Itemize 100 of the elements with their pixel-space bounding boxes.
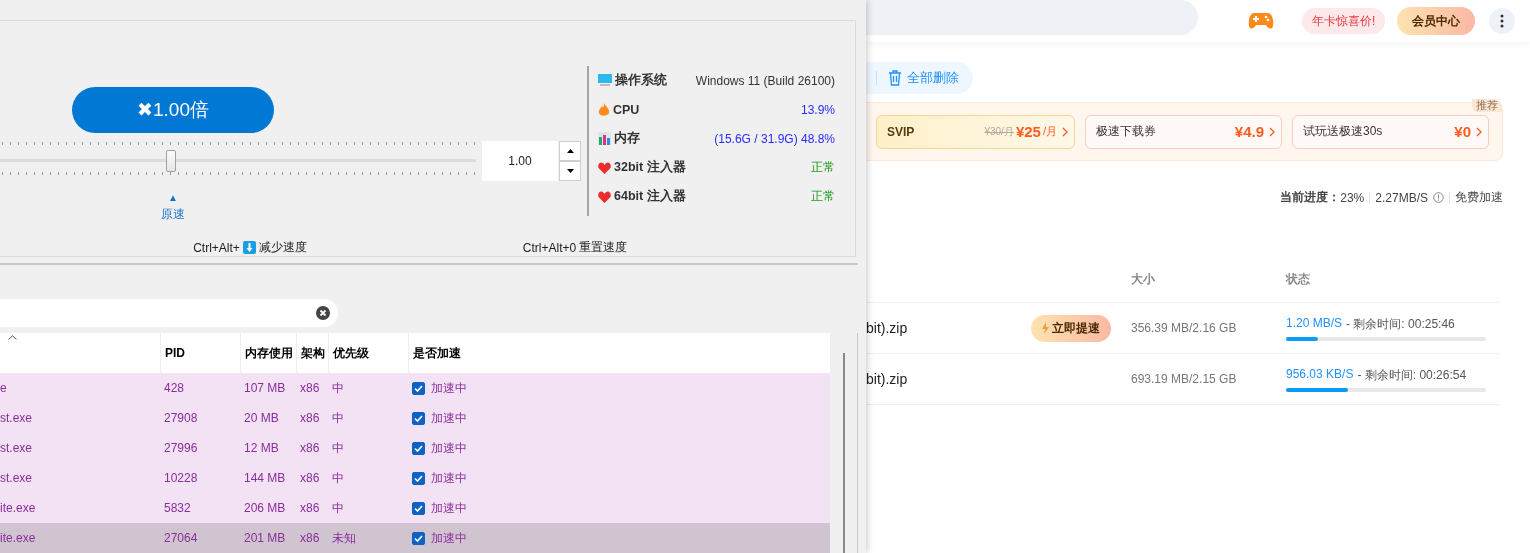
increment-button[interactable] bbox=[559, 141, 581, 161]
speed-multiplier-button[interactable]: ✖1.00倍 bbox=[72, 87, 274, 133]
info-label: 内存 bbox=[614, 130, 640, 147]
acceleration-status: 加速中 bbox=[431, 409, 467, 427]
column-header: 状态 bbox=[1286, 270, 1311, 288]
pid: 428 bbox=[164, 381, 185, 395]
process-name: e bbox=[0, 381, 7, 395]
process-row[interactable]: ite.exe 27064 201 MB x86 未知 加速中 bbox=[0, 523, 830, 553]
download-speed: 956.03 KB/S bbox=[1286, 366, 1354, 383]
speed-value-field[interactable]: 1.00 bbox=[482, 141, 558, 181]
info-value: (15.6G / 31.9G) 48.8% bbox=[714, 131, 835, 146]
file-size: 356.39 MB/2.16 GB bbox=[1131, 321, 1238, 335]
pid: 27908 bbox=[164, 411, 198, 425]
file-name: bit).zip bbox=[866, 320, 909, 336]
chevron-right-icon bbox=[1062, 126, 1068, 137]
progress-label: 当前进度： bbox=[1280, 189, 1341, 206]
recommended-tag: 推荐 bbox=[1472, 99, 1502, 112]
heart-icon bbox=[598, 190, 611, 203]
process-name: st.exe bbox=[0, 441, 32, 455]
priority: 中 bbox=[332, 379, 344, 397]
boost-button[interactable]: 立即提速 bbox=[1031, 314, 1111, 342]
search-field[interactable] bbox=[0, 298, 338, 327]
info-label: 64bit 注入器 bbox=[614, 188, 686, 205]
priority: 中 bbox=[332, 469, 344, 487]
monitor-icon bbox=[598, 74, 612, 87]
info-value: 13.9% bbox=[800, 102, 835, 117]
total-speed: 2.27MB/S bbox=[1375, 190, 1428, 205]
sort-caret-icon[interactable] bbox=[8, 335, 17, 340]
architecture: x86 bbox=[300, 531, 320, 545]
hotkey-action: 重置速度 bbox=[579, 239, 628, 256]
architecture: x86 bbox=[300, 381, 320, 395]
member-center-button[interactable]: 会员中心 bbox=[1397, 7, 1476, 35]
search-field[interactable] bbox=[866, 0, 1198, 35]
pid: 5832 bbox=[164, 501, 191, 515]
priority: 中 bbox=[332, 499, 344, 517]
pid: 27996 bbox=[164, 441, 198, 455]
checkbox[interactable] bbox=[412, 381, 425, 395]
process-row[interactable]: ite.exe 5832 206 MB x86 中 加速中 bbox=[0, 493, 830, 523]
clear-icon[interactable] bbox=[316, 305, 330, 320]
acceleration-status: 加速中 bbox=[431, 439, 467, 457]
info-icon[interactable] bbox=[1433, 192, 1444, 203]
priority: 中 bbox=[332, 439, 344, 457]
info-value: Windows 11 (Build 26100) bbox=[695, 73, 835, 88]
info-value: 正常 bbox=[811, 188, 835, 205]
chevron-right-icon bbox=[1476, 126, 1482, 137]
memory-usage: 20 MB bbox=[244, 411, 279, 425]
checkbox[interactable] bbox=[412, 471, 425, 485]
info-label: 操作系统 bbox=[615, 72, 667, 89]
info-value: 正常 bbox=[811, 159, 835, 176]
free-boost-link[interactable]: 免费加速 bbox=[1455, 189, 1503, 206]
pid: 10228 bbox=[164, 471, 198, 485]
promo-badge[interactable]: 年卡惊喜价! bbox=[1302, 8, 1386, 34]
flame-icon bbox=[598, 102, 610, 117]
checkbox[interactable] bbox=[412, 531, 425, 545]
checkbox[interactable] bbox=[412, 441, 425, 455]
acceleration-status: 加速中 bbox=[431, 469, 467, 487]
process-row[interactable]: st.exe 27908 20 MB x86 中 加速中 bbox=[0, 403, 830, 433]
down-triangle-icon bbox=[566, 169, 574, 173]
remaining-time: - 剩余时间: 00:26:54 bbox=[1357, 366, 1467, 384]
download-speed: 1.20 MB/S bbox=[1286, 315, 1343, 332]
hotkey-action: 减少速度 bbox=[258, 239, 307, 256]
memory-usage: 107 MB bbox=[244, 381, 286, 395]
column-header: 大小 bbox=[1131, 270, 1156, 288]
priority: 中 bbox=[332, 409, 344, 427]
process-name: ite.exe bbox=[0, 531, 36, 545]
architecture: x86 bbox=[300, 441, 320, 455]
more-icon bbox=[1500, 14, 1505, 28]
pid: 27064 bbox=[164, 531, 198, 545]
bar-chart-icon bbox=[598, 132, 611, 145]
decrement-button[interactable] bbox=[559, 161, 581, 181]
hotkey-keys: Ctrl+Alt+0 bbox=[522, 240, 577, 255]
offer-card[interactable]: 极速下载券 ¥4.9 bbox=[1085, 114, 1282, 149]
remaining-time: - 剩余时间: 00:25:46 bbox=[1346, 315, 1455, 333]
process-name: st.exe bbox=[0, 471, 32, 485]
process-row[interactable]: st.exe 27996 12 MB x86 中 加速中 bbox=[0, 433, 830, 463]
process-row[interactable]: st.exe 10228 144 MB x86 中 加速中 bbox=[0, 463, 830, 493]
architecture: x86 bbox=[300, 411, 320, 425]
chevron-right-icon bbox=[1269, 126, 1275, 137]
checkbox[interactable] bbox=[412, 411, 425, 425]
architecture: x86 bbox=[300, 501, 320, 515]
memory-usage: 201 MB bbox=[244, 531, 286, 545]
progress-percent: 23% bbox=[1340, 190, 1365, 205]
memory-usage: 12 MB bbox=[244, 441, 279, 455]
lightning-icon bbox=[1042, 322, 1049, 334]
process-name: ite.exe bbox=[0, 501, 36, 515]
file-size: 693.19 MB/2.15 GB bbox=[1131, 372, 1238, 386]
checkbox[interactable] bbox=[412, 501, 425, 515]
trash-icon bbox=[888, 70, 902, 86]
info-label: CPU bbox=[613, 102, 640, 117]
hotkey-keys: Ctrl+Alt+ bbox=[193, 240, 240, 255]
architecture: x86 bbox=[300, 471, 320, 485]
acceleration-status: 加速中 bbox=[431, 379, 467, 397]
slider-thumb[interactable] bbox=[166, 150, 177, 172]
memory-usage: 144 MB bbox=[244, 471, 286, 485]
file-name: bit).zip bbox=[866, 371, 909, 387]
marker-arrow: ▲ bbox=[168, 191, 178, 205]
priority: 未知 bbox=[332, 529, 356, 547]
process-row[interactable]: e 428 107 MB x86 中 加速中 bbox=[0, 373, 830, 403]
scrollbar-thumb[interactable] bbox=[842, 353, 845, 553]
offer-card[interactable]: 试玩送极速30s ¥0 bbox=[1292, 114, 1489, 149]
